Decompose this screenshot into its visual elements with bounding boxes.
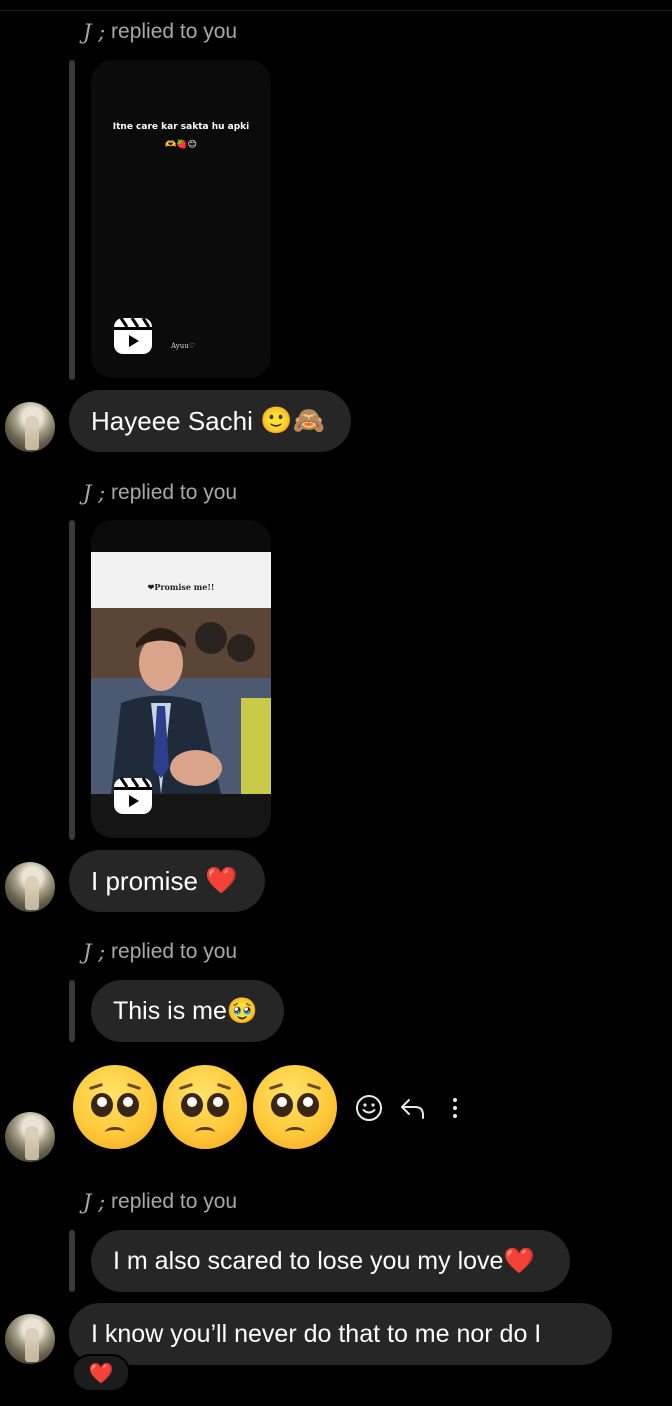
pleading-face-emoji [163,1065,247,1149]
reply-arrow-icon[interactable] [398,1094,426,1122]
reply-prefix: J ; [83,20,106,44]
reply-label: J ; replied to you [83,1190,237,1214]
heart-icon: ❤️ [88,1362,114,1385]
reply-label-text: replied to you [111,20,238,43]
reels-icon [114,777,152,814]
message-text: Hayeee Sachi [91,406,253,436]
reel-author: Ayuu♡ [171,342,196,350]
reply-label-text: replied to you [111,1190,238,1213]
message-bubble[interactable]: Hayeee Sachi 🙂🙈 [69,390,351,452]
avatar[interactable] [5,1314,55,1364]
message-text: I know you’ll never do that to me nor do… [91,1319,542,1348]
reply-prefix: J ; [83,481,106,505]
avatar[interactable] [5,402,55,452]
avatar[interactable] [5,862,55,912]
top-divider [0,10,672,11]
reels-icon [114,317,152,354]
reel-caption: ❤Promise me!! [147,582,215,592]
message-bubble[interactable]: I know you’ll never do that to me nor do… [69,1303,612,1365]
reply-prefix: J ; [83,940,106,964]
quote-bar [69,1230,75,1292]
quoted-message-bubble[interactable]: This is me🥹 [91,980,284,1042]
heart-icon: ❤️ [205,866,238,896]
quoted-message-text: I m also scared to lose you my love❤️ [113,1246,535,1275]
reel-thumbnail [91,608,271,794]
reply-label-text: replied to you [111,940,238,963]
more-vertical-icon[interactable] [447,1094,463,1122]
quoted-message-bubble[interactable]: I m also scared to lose you my love❤️ [91,1230,570,1292]
quoted-message-text: This is me🥹 [113,996,259,1025]
message-emoji: 🙂🙈 [260,406,325,436]
quote-bar [69,520,75,840]
reel-caption-emoji: 🫶🍓😊 [165,139,197,149]
pleading-face-emoji [253,1065,337,1149]
message-bubble[interactable]: I promise ❤️ [69,850,265,912]
heart-reaction[interactable]: ❤️ [72,1354,130,1392]
pleading-face-emoji [73,1065,157,1149]
reply-label: J ; replied to you [83,481,237,505]
avatar[interactable] [5,1112,55,1162]
smiley-icon[interactable] [355,1094,383,1122]
reply-label: J ; replied to you [83,20,237,44]
message-text: I promise [91,866,198,896]
quote-bar [69,60,75,380]
reply-prefix: J ; [83,1190,106,1214]
reel-caption: Itne care kar sakta hu apki [112,122,250,132]
reply-label: J ; replied to you [83,940,237,964]
reel-preview-1[interactable]: Itne care kar sakta hu apki 🫶🍓😊 Ayuu♡ [91,60,271,378]
reel-caption-strip: ❤Promise me!! [91,552,271,608]
reply-label-text: replied to you [111,481,238,504]
reel-preview-2[interactable]: ❤Promise me!! [91,520,271,838]
quote-bar [69,980,75,1042]
